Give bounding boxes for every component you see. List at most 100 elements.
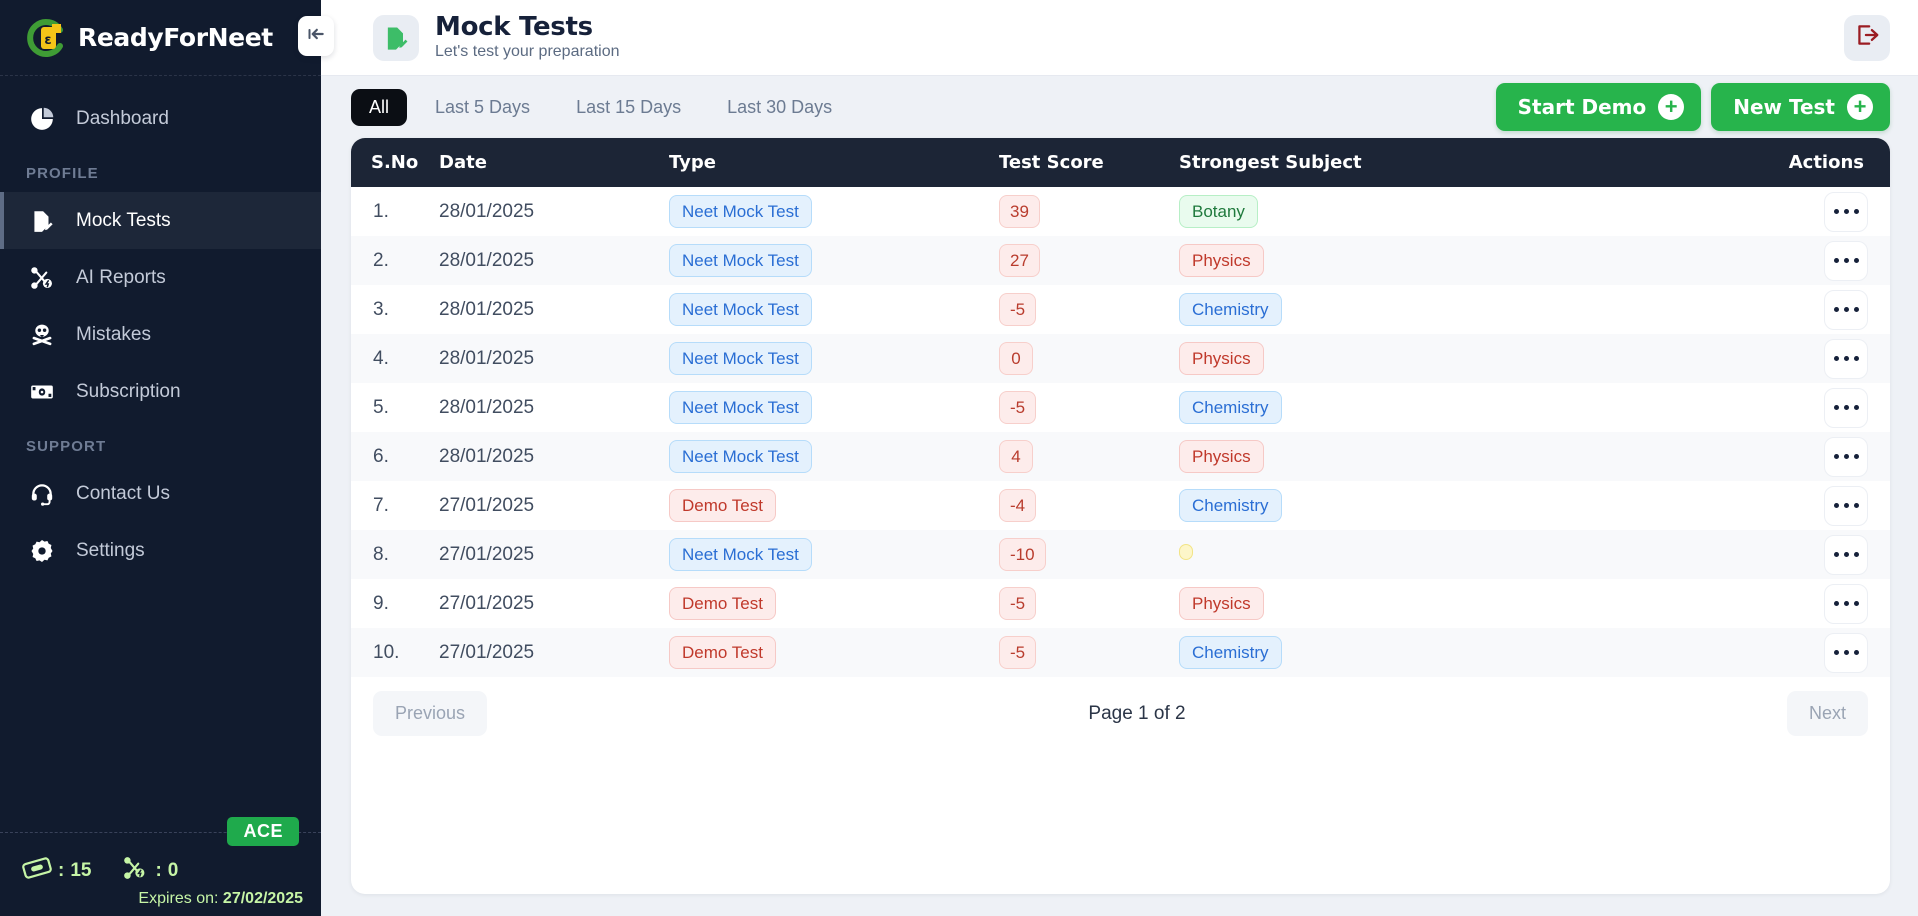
cell-date: 27/01/2025 <box>439 494 535 516</box>
more-options-icon[interactable] <box>1824 632 1868 673</box>
more-options-icon[interactable] <box>1824 240 1868 281</box>
sidebar-item-ai-reports[interactable]: AI Reports <box>0 249 321 306</box>
column-header-score: Test Score <box>999 138 1179 187</box>
cell-actions <box>1479 383 1890 432</box>
test-score-badge: -5 <box>999 293 1037 326</box>
logout-button[interactable] <box>1844 14 1890 61</box>
cell-subject: Physics <box>1179 432 1479 481</box>
table-row[interactable]: 3. 28/01/2025 Neet Mock Test -5 Chemistry <box>351 285 1890 334</box>
test-type-badge: Demo Test <box>669 587 776 620</box>
cell-type: Neet Mock Test <box>669 432 999 481</box>
test-score-badge: -5 <box>999 587 1037 620</box>
filter-tab-last-15-days[interactable]: Last 15 Days <box>558 89 699 126</box>
column-header-subject: Strongest Subject <box>1179 138 1479 187</box>
cell-date: 28/01/2025 <box>439 298 535 320</box>
skull-crossbones-icon <box>26 319 58 351</box>
sidebar-nav: Dashboard PROFILE Mock Tests AI Reports … <box>0 76 321 832</box>
table-row[interactable]: 10. 27/01/2025 Demo Test -5 Chemistry <box>351 628 1890 677</box>
strongest-subject-badge: Physics <box>1179 440 1264 473</box>
previous-page-button[interactable]: Previous <box>373 691 488 736</box>
more-options-icon[interactable] <box>1824 387 1868 428</box>
cell-actions <box>1479 579 1890 628</box>
table-row[interactable]: 1. 28/01/2025 Neet Mock Test 39 Botany <box>351 187 1890 236</box>
test-score-badge: -5 <box>999 391 1037 424</box>
table-row[interactable]: 2. 28/01/2025 Neet Mock Test 27 Physics <box>351 236 1890 285</box>
sidebar-item-settings[interactable]: Settings <box>0 522 321 579</box>
sidebar-item-contact-us[interactable]: Contact Us <box>0 465 321 522</box>
table-row[interactable]: 7. 27/01/2025 Demo Test -4 Chemistry <box>351 481 1890 530</box>
cell-subject: Chemistry <box>1179 383 1479 432</box>
cell-type: Neet Mock Test <box>669 530 999 579</box>
test-score-badge: -5 <box>999 636 1037 669</box>
more-options-icon[interactable] <box>1824 436 1868 477</box>
more-options-icon[interactable] <box>1824 338 1868 379</box>
test-score-badge: 4 <box>999 440 1033 473</box>
cell-date: 28/01/2025 <box>439 347 535 369</box>
cell-date: 28/01/2025 <box>439 396 535 418</box>
sidebar-item-subscription[interactable]: Subscription <box>0 363 321 420</box>
cell-date: 28/01/2025 <box>439 249 535 271</box>
more-options-icon[interactable] <box>1824 534 1868 575</box>
cell-subject: Chemistry <box>1179 285 1479 334</box>
mock-tests-table: S.No Date Type Test Score Strongest Subj… <box>351 138 1890 677</box>
brand-name: ReadyForNeet <box>78 23 273 52</box>
strongest-subject-badge: Physics <box>1179 587 1264 620</box>
plus-icon: + <box>1658 94 1685 120</box>
table-row[interactable]: 9. 27/01/2025 Demo Test -5 Physics <box>351 579 1890 628</box>
cell-score: 39 <box>999 187 1179 236</box>
column-header-date: Date <box>439 138 669 187</box>
new-test-button[interactable]: New Test + <box>1711 83 1890 131</box>
more-options-icon[interactable] <box>1824 485 1868 526</box>
test-type-badge: Demo Test <box>669 636 776 669</box>
cell-date: 28/01/2025 <box>439 445 535 467</box>
ticket-count: 15 <box>70 859 92 881</box>
cell-actions <box>1479 236 1890 285</box>
sidebar-item-dashboard[interactable]: Dashboard <box>0 90 321 147</box>
more-options-icon[interactable] <box>1824 583 1868 624</box>
sidebar-item-mistakes[interactable]: Mistakes <box>0 306 321 363</box>
strongest-subject-badge: Chemistry <box>1179 489 1282 522</box>
start-demo-label: Start Demo <box>1517 95 1647 119</box>
test-type-badge: Neet Mock Test <box>669 391 812 424</box>
collapse-sidebar-button[interactable] <box>298 16 334 56</box>
document-edit-icon <box>373 14 419 61</box>
start-demo-button[interactable]: Start Demo + <box>1495 83 1702 131</box>
test-score-badge: -10 <box>999 538 1046 571</box>
cell-actions <box>1479 628 1890 677</box>
table-header-row: S.No Date Type Test Score Strongest Subj… <box>351 138 1890 187</box>
table-row[interactable]: 4. 28/01/2025 Neet Mock Test 0 Physics <box>351 334 1890 383</box>
strongest-subject-badge <box>1179 543 1193 560</box>
cell-subject: Physics <box>1179 334 1479 383</box>
table-body: 1. 28/01/2025 Neet Mock Test 39 Botany 2. 28/0… <box>351 187 1890 677</box>
cell-score: -5 <box>999 628 1179 677</box>
pie-chart-icon <box>26 103 58 135</box>
app-root: ε ReadyForNeet Dashboard PROFILE Mock Te… <box>0 0 1918 916</box>
mock-tests-card: S.No Date Type Test Score Strongest Subj… <box>351 138 1890 894</box>
cell-actions <box>1479 285 1890 334</box>
sidebar-item-mock-tests[interactable]: Mock Tests <box>0 192 321 249</box>
filter-tab-all[interactable]: All <box>351 88 408 126</box>
cell-score: -5 <box>999 285 1179 334</box>
table-row[interactable]: 5. 28/01/2025 Neet Mock Test -5 Chemistry <box>351 383 1890 432</box>
cell-score: 0 <box>999 334 1179 383</box>
brand[interactable]: ε ReadyForNeet <box>0 0 321 76</box>
cell-type: Neet Mock Test <box>669 236 999 285</box>
ai-nodes-icon <box>26 262 58 294</box>
next-page-button[interactable]: Next <box>1786 691 1868 736</box>
strongest-subject-badge: Physics <box>1179 244 1264 277</box>
cell-actions <box>1479 432 1890 481</box>
cell-date: 27/01/2025 <box>439 592 535 614</box>
filter-tab-last-30-days[interactable]: Last 30 Days <box>709 89 850 126</box>
filter-tab-last-5-days[interactable]: Last 5 Days <box>417 89 548 126</box>
page-subtitle: Let's test your preparation <box>435 43 620 61</box>
table-row[interactable]: 6. 28/01/2025 Neet Mock Test 4 Physics <box>351 432 1890 481</box>
table-row[interactable]: 8. 27/01/2025 Neet Mock Test -10 <box>351 530 1890 579</box>
cell-sno: 7. <box>373 494 389 516</box>
more-options-icon[interactable] <box>1824 191 1868 232</box>
cell-type: Neet Mock Test <box>669 285 999 334</box>
more-options-icon[interactable] <box>1824 289 1868 330</box>
cell-sno: 3. <box>373 298 389 320</box>
sidebar-footer: ACE : 15: 0 Expires on: 27/02/2025 <box>0 817 321 916</box>
cell-sno: 1. <box>373 200 389 222</box>
page-title: Mock Tests <box>435 11 593 42</box>
